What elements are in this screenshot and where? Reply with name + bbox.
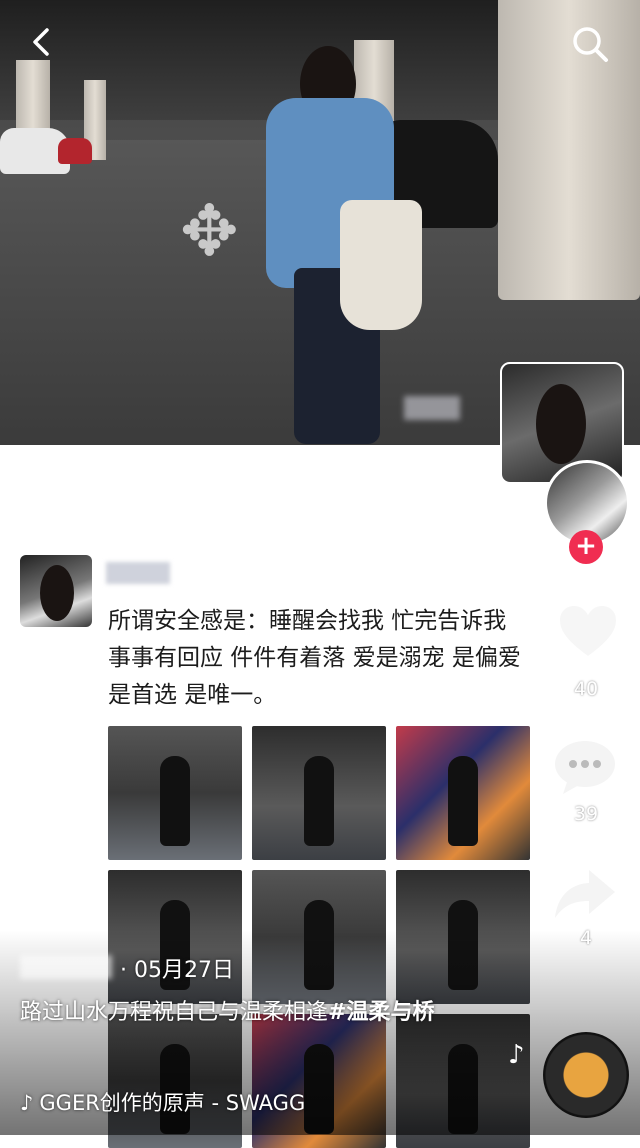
tote-bag [340,200,422,330]
comment-button[interactable] [553,738,617,796]
share-button[interactable] [553,866,617,920]
music-info[interactable]: ♪ GGER创作的原声 - SWAGG [20,1087,350,1117]
search-icon [573,27,608,62]
music-title: GGER创作的原声 - SWAGG [39,1091,306,1115]
caption-text: 路过山水万程祝自己与温柔相逢 [20,1000,329,1025]
avatar-person [40,565,74,621]
post-author-avatar[interactable] [20,555,92,627]
figure [160,756,190,846]
share-arrow-icon [555,870,615,918]
tiktok-note-icon: ♪ [20,1091,34,1115]
music-disc[interactable] [543,1032,629,1118]
figure [448,756,478,846]
thumbnail-person [536,384,586,464]
post-author-name-blurred [106,562,170,584]
back-button[interactable] [22,22,62,62]
figure [304,756,334,846]
grid-image[interactable] [396,726,530,860]
heart-icon [560,606,616,656]
like-button[interactable] [556,602,620,662]
grid-image[interactable] [252,726,386,860]
comment-bubble-icon [555,741,615,794]
share-count: 4 [579,927,593,949]
comment-count: 39 [573,803,599,825]
video-author-blurred [20,955,112,979]
chevron-left-icon [33,28,49,56]
post-date: · 05月27日 [120,958,234,983]
follow-button[interactable]: + [569,530,603,564]
blurred-watermark [404,396,460,420]
hashtag-link[interactable]: #温柔与桥 [328,1000,434,1025]
red-car [58,138,92,164]
grid-image[interactable] [108,726,242,860]
road-arrow-icon: ✥ [180,190,239,272]
video-caption: 路过山水万程祝自己与温柔相逢#温柔与桥 [20,995,480,1031]
post-text: 所谓安全感是：睡醒会找我 忙完告诉我 事事有回应 件件有着落 爱是溺宠 是偏爱 … [108,608,521,708]
music-note-icon: ♪ [508,1040,525,1070]
search-button[interactable] [566,20,614,68]
like-count: 40 [573,678,599,700]
